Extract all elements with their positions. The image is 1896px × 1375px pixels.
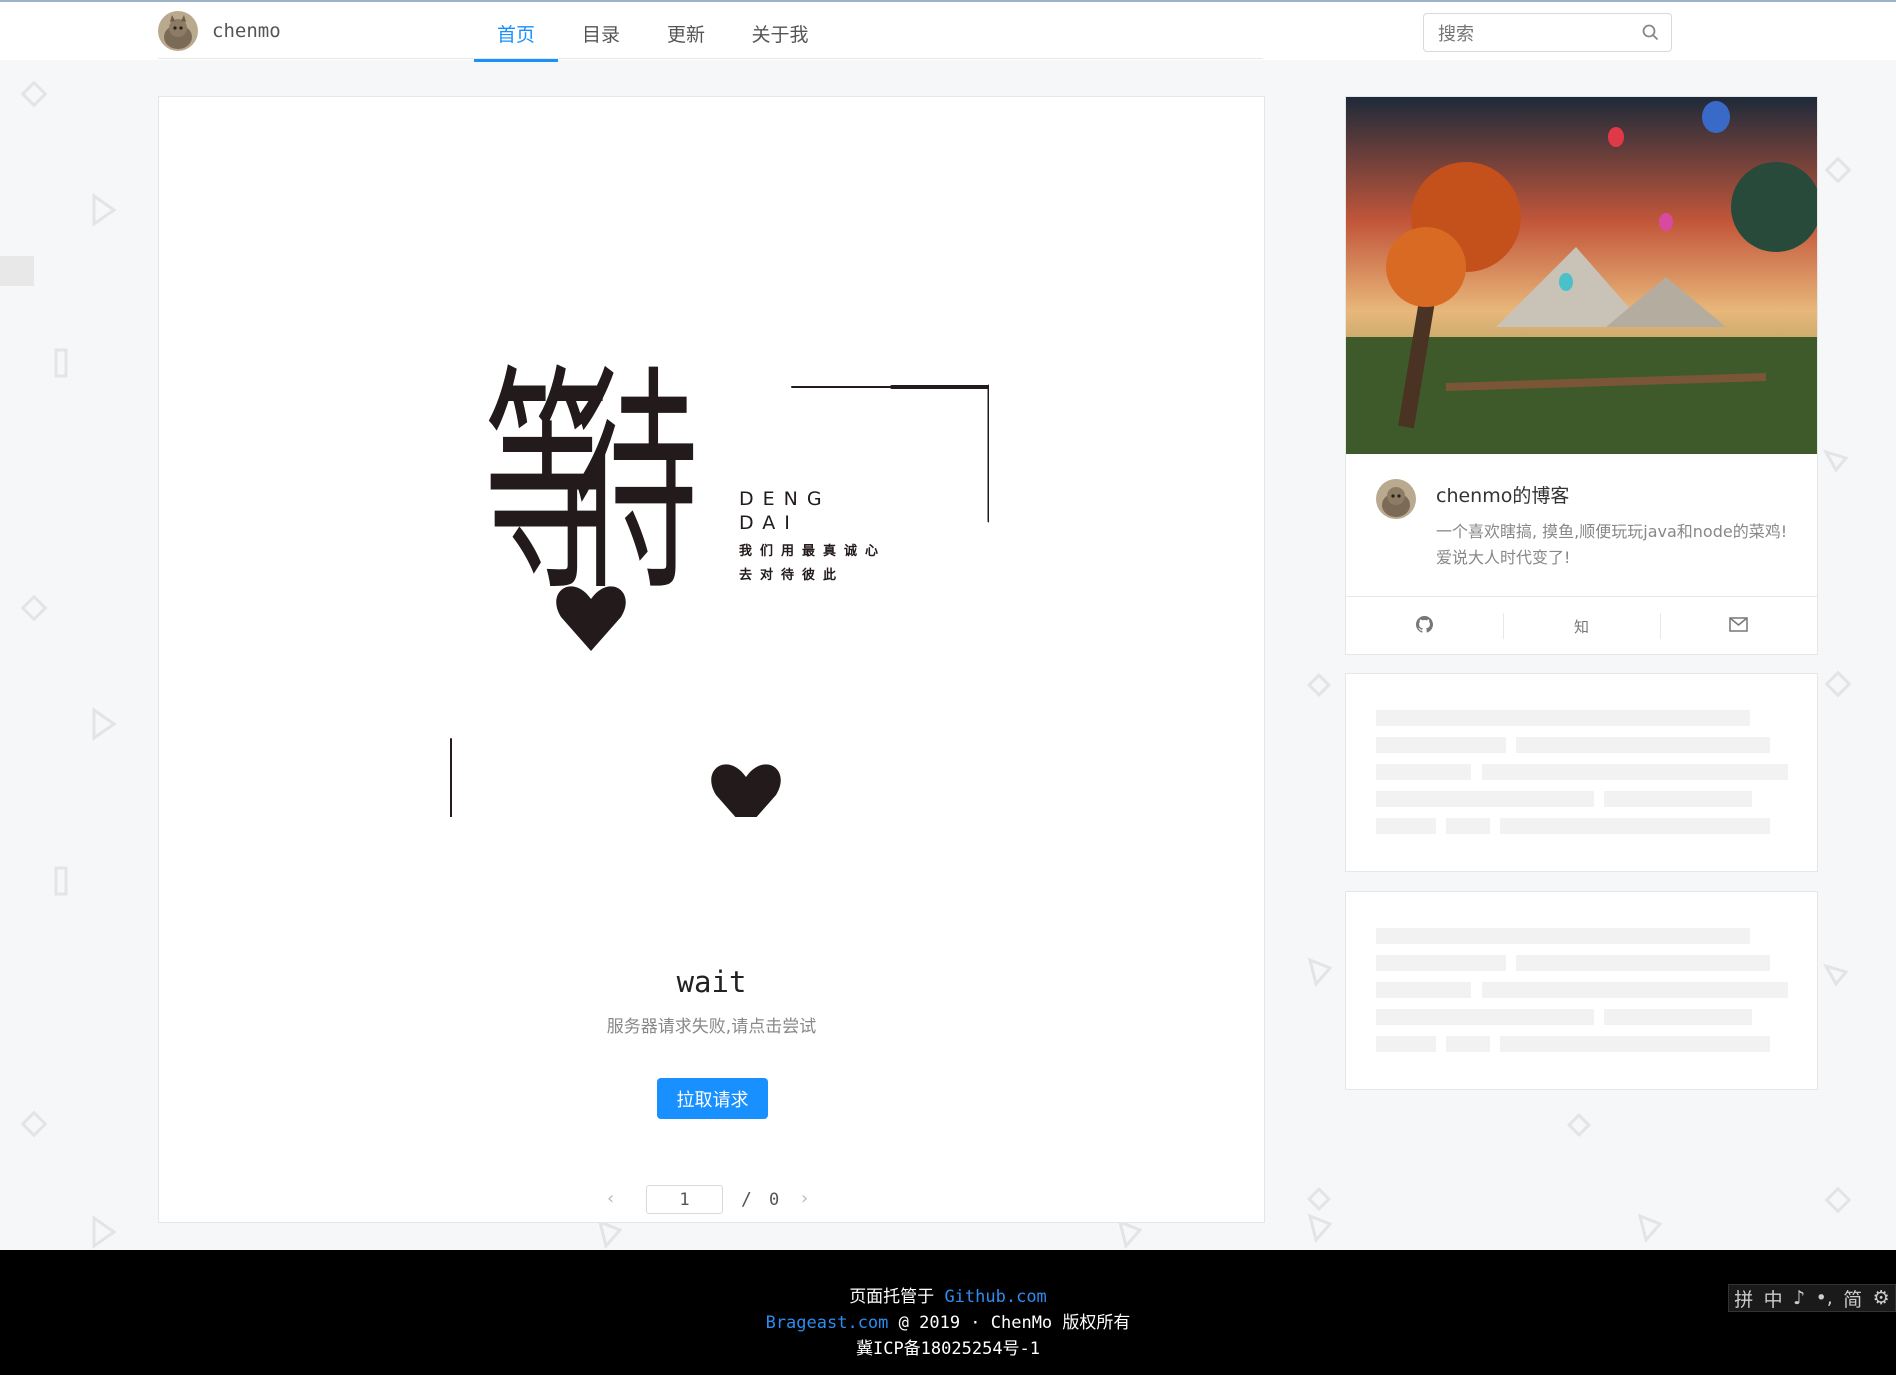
ime-punctuation-button[interactable]: •, [1816,1287,1833,1309]
skeleton-line [1500,1036,1770,1052]
skeleton-line [1604,1009,1752,1025]
brand[interactable]: chenmo [158,11,281,51]
skeleton-line [1376,955,1506,971]
cover-image [1346,97,1817,454]
zhihu-link[interactable]: 知 [1503,597,1660,655]
skeleton-line [1500,818,1770,834]
pinyin-line-2: DAI [739,512,799,534]
skeleton-line [1376,1036,1436,1052]
skeleton-line [1446,1036,1490,1052]
footer-copyright-line: Brageast.com @ 2019 · ChenMo 版权所有 [0,1308,1896,1333]
ime-toolbar: 拼 中 ♪ •, 简 ⚙ [1728,1284,1896,1312]
nav-about[interactable]: 关于我 [728,2,832,62]
page-separator: / [741,1189,752,1210]
brand-name: chenmo [212,20,281,42]
social-links: 知 [1346,596,1817,655]
footer-hosting-text: 页面托管于 [849,1287,945,1307]
profile-name: chenmo的博客 [1436,485,1570,507]
nav-updates[interactable]: 更新 [644,2,728,62]
side-tab[interactable] [0,256,34,286]
top-header: chenmo 首页 目录 更新 关于我 [0,0,1896,62]
ime-simplified-button[interactable]: 简 [1843,1285,1862,1312]
brageast-link[interactable]: Brageast.com [766,1313,889,1333]
skeleton-line [1482,982,1788,998]
pagination: ‹ / 0 › [159,1185,1264,1217]
skeleton-line [1604,791,1752,807]
skeleton-line [1376,737,1506,753]
loading-skeleton-card [1345,673,1818,872]
fetch-request-button[interactable]: 拉取请求 [657,1078,768,1119]
slogan-line-1: 我们用最真诚心 [739,543,886,559]
github-link-text[interactable]: Github.com [944,1287,1046,1307]
slogan-line-2: 去对待彼此 [739,567,844,583]
skeleton-line [1376,928,1750,944]
header-divider [158,58,1263,59]
skeleton-line [1446,818,1490,834]
profile-card: chenmo的博客 一个喜欢瞎搞, 摸鱼,顺便玩玩java和node的菜鸡!爱说… [1345,96,1818,655]
ime-moon-icon[interactable]: ♪ [1793,1287,1805,1309]
mail-link[interactable] [1660,597,1817,655]
search-box [1423,13,1672,52]
footer-hosting-line: 页面托管于 Github.com [0,1282,1896,1307]
skeleton-line [1376,791,1594,807]
chevron-right-icon[interactable]: › [801,1188,808,1209]
chevron-left-icon[interactable]: ‹ [607,1188,614,1209]
main-nav: 首页 目录 更新 关于我 [474,2,832,62]
profile-avatar [1376,479,1416,519]
skeleton-line [1376,818,1436,834]
ime-settings-icon[interactable]: ⚙ [1873,1287,1890,1309]
skeleton-line [1516,955,1770,971]
main-card: 等待 DENG DAI 我们用最真诚心 去对待彼此 wait 服务器请求失败,请… [158,96,1265,1223]
ime-chinese-mode-button[interactable]: 中 [1764,1285,1783,1312]
page-total: 0 [769,1190,780,1210]
profile-description: 一个喜欢瞎搞, 摸鱼,顺便玩玩java和node的菜鸡!爱说大人时代变了! [1436,522,1788,567]
mail-icon [1729,616,1748,636]
skeleton-line [1376,1009,1594,1025]
status-description: 服务器请求失败,请点击尝试 [606,1017,817,1037]
waiting-illustration: 等待 DENG DAI 我们用最真诚心 去对待彼此 [450,345,989,817]
site-footer: 页面托管于 Github.com Brageast.com @ 2019 · C… [0,1250,1896,1375]
search-input[interactable] [1436,21,1640,47]
page-number-input[interactable] [646,1185,723,1214]
nav-catalog[interactable]: 目录 [558,2,644,62]
github-link[interactable] [1346,597,1503,655]
pinyin-line-1: DENG [739,488,831,510]
github-icon [1416,615,1433,637]
icp-record[interactable]: 冀ICP备18025254号-1 [0,1334,1896,1359]
copyright-text: @ 2019 · ChenMo 版权所有 [888,1313,1131,1333]
ime-pinyin-button[interactable]: 拼 [1734,1285,1753,1312]
skeleton-line [1482,764,1788,780]
skeleton-line [1376,764,1471,780]
loading-skeleton-card [1345,891,1818,1090]
nav-home[interactable]: 首页 [474,2,558,62]
skeleton-line [1376,982,1471,998]
status-title: wait [676,965,747,999]
skeleton-line [1516,737,1770,753]
zhihu-icon: 知 [1573,617,1589,636]
skeleton-line [1376,710,1750,726]
search-icon[interactable] [1642,24,1659,45]
illustration-main-chars: 等待 [485,345,693,625]
avatar [158,11,198,51]
